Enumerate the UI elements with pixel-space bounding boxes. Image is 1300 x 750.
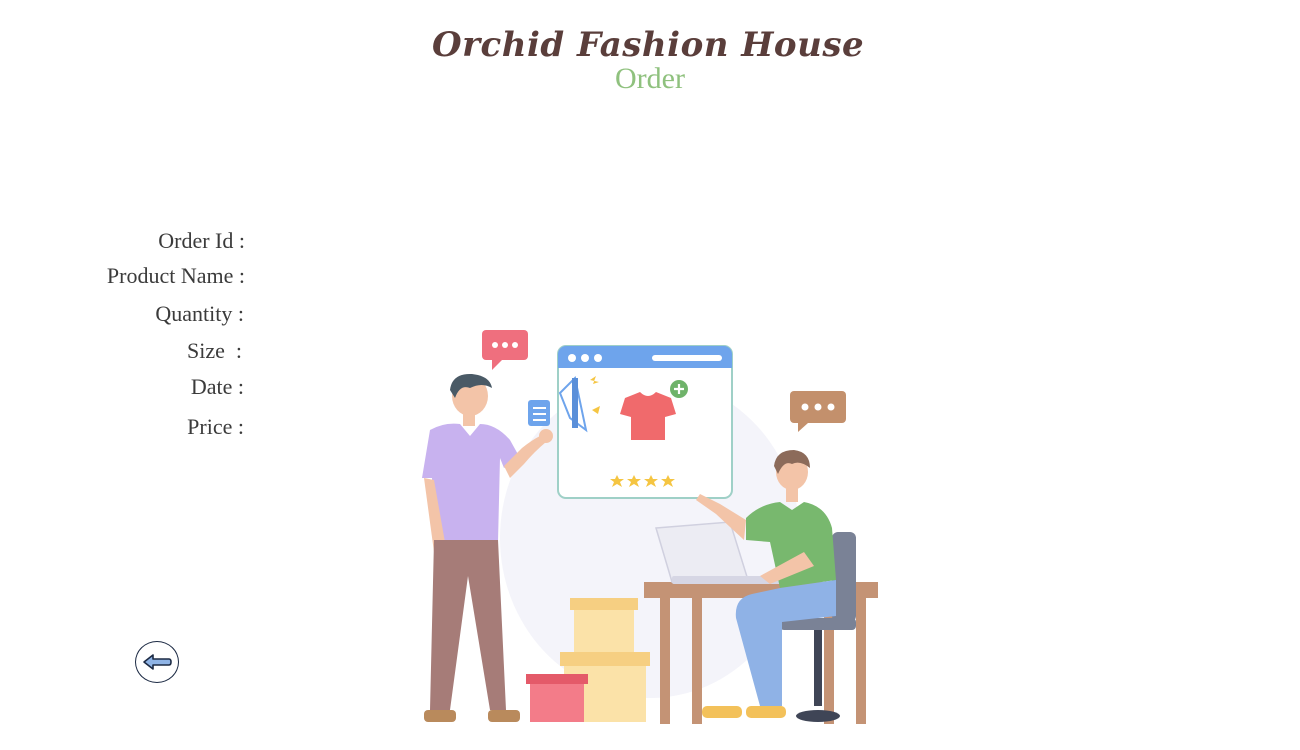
size-label: Size : xyxy=(187,338,242,363)
quantity-label: Quantity : xyxy=(155,301,244,326)
header: Orchid Fashion House Order xyxy=(0,14,1300,104)
date-label: Date : xyxy=(190,374,244,399)
price-label: Price : xyxy=(187,414,244,439)
speech-bubble-pink xyxy=(482,330,528,370)
back-arrow-icon xyxy=(143,654,172,670)
speech-bubble-brown xyxy=(790,391,846,432)
page-title: Order xyxy=(615,62,685,95)
back-button[interactable] xyxy=(135,641,179,683)
order-id-label: Order Id : xyxy=(158,228,245,253)
shopping-illustration xyxy=(422,330,878,724)
brand-title: Orchid Fashion House xyxy=(432,25,865,65)
product-name-label: Product Name : xyxy=(106,263,245,288)
